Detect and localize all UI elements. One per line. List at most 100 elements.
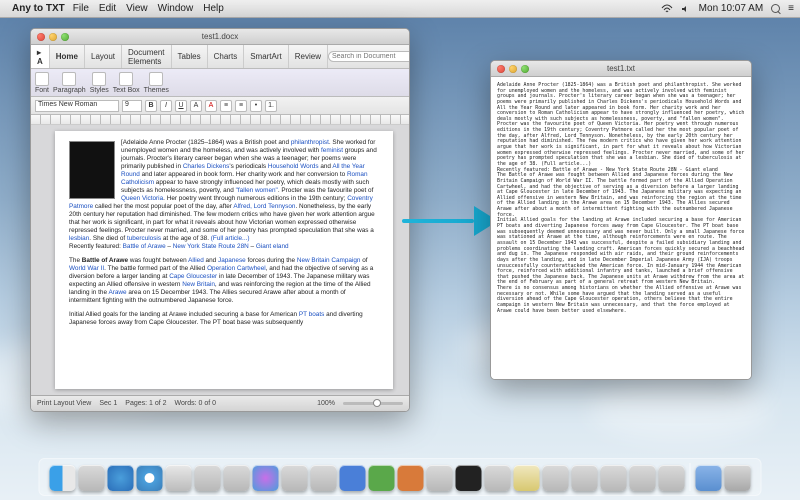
- link-queen-victoria[interactable]: Queen Victoria: [121, 195, 163, 202]
- dock-onenote[interactable]: [427, 465, 453, 491]
- dock-launchpad[interactable]: [79, 465, 105, 491]
- dock-terminal[interactable]: [456, 465, 482, 491]
- ribbon-themes-group[interactable]: Themes: [144, 72, 169, 94]
- link-allied[interactable]: Allied: [188, 257, 204, 264]
- tab-a-home[interactable]: ▸ A: [31, 45, 50, 68]
- link-full-article[interactable]: (Full article...): [211, 235, 250, 242]
- ribbon-textbox-button[interactable]: Text Box: [113, 72, 140, 94]
- dock-mail[interactable]: [166, 465, 192, 491]
- menu-window[interactable]: Window: [158, 3, 194, 14]
- document-page[interactable]: [Adelaide Anne Procter (1825–1864) was a…: [55, 131, 393, 389]
- word-titlebar[interactable]: test1.docx: [31, 29, 409, 45]
- zoom-slider[interactable]: [343, 402, 403, 405]
- minimize-button[interactable]: [509, 65, 517, 73]
- zoom-value[interactable]: 100%: [317, 400, 335, 407]
- link-new-britain[interactable]: New Britain: [182, 281, 215, 288]
- link-new-britain-campaign[interactable]: New Britain Campaign: [297, 257, 361, 264]
- dock-messages[interactable]: [311, 465, 337, 491]
- dock-word[interactable]: [340, 465, 366, 491]
- word-window[interactable]: test1.docx ▸ A Home Layout Document Elem…: [30, 28, 410, 412]
- txt-content[interactable]: Adelaide Anne Procter (1825-1864) was a …: [491, 77, 751, 379]
- tab-home[interactable]: Home: [50, 45, 85, 68]
- menu-help[interactable]: Help: [203, 3, 224, 14]
- dock-contacts[interactable]: [195, 465, 221, 491]
- dock-preview[interactable]: [543, 465, 569, 491]
- link-fallen-women[interactable]: "fallen women": [236, 187, 278, 194]
- dock-powerpoint[interactable]: [398, 465, 424, 491]
- dock-pages[interactable]: [514, 465, 540, 491]
- tab-smartart[interactable]: SmartArt: [244, 45, 289, 68]
- tab-tables[interactable]: Tables: [172, 45, 208, 68]
- dock-trash[interactable]: [725, 465, 751, 491]
- tab-layout[interactable]: Layout: [85, 45, 122, 68]
- tab-charts[interactable]: Charts: [208, 45, 245, 68]
- align-center-button[interactable]: ≡: [235, 100, 247, 112]
- dock-app-3[interactable]: [630, 465, 656, 491]
- link-giant-eland[interactable]: Giant eland: [256, 243, 289, 250]
- numbering-button[interactable]: 1.: [265, 100, 277, 112]
- search-input[interactable]: [328, 51, 409, 62]
- link-pt-boats[interactable]: PT boats: [299, 311, 324, 318]
- ribbon-styles-group[interactable]: Styles: [90, 72, 109, 94]
- spotlight-icon[interactable]: [771, 4, 780, 13]
- menu-edit[interactable]: Edit: [99, 3, 116, 14]
- close-button[interactable]: [497, 65, 505, 73]
- ruler[interactable]: [31, 115, 409, 125]
- dock-excel[interactable]: [369, 465, 395, 491]
- search-in-document[interactable]: [328, 51, 409, 62]
- link-household-words[interactable]: Household Words: [268, 163, 319, 170]
- zoom-button[interactable]: [61, 33, 69, 41]
- dock-app-4[interactable]: [659, 465, 685, 491]
- link-lesbian[interactable]: lesbian: [69, 235, 89, 242]
- dock-facetime[interactable]: [282, 465, 308, 491]
- link-tuberculosis[interactable]: tuberculosis: [127, 235, 161, 242]
- dock-finder[interactable]: [50, 465, 76, 491]
- align-left-button[interactable]: ≡: [220, 100, 232, 112]
- link-cape-gloucester[interactable]: Cape Gloucester: [169, 273, 217, 280]
- font-size-select[interactable]: 9: [122, 100, 142, 112]
- app-name[interactable]: Any to TXT: [12, 3, 65, 14]
- wifi-icon[interactable]: [661, 4, 673, 14]
- txt-window[interactable]: test1.txt Adelaide Anne Procter (1825-18…: [490, 60, 752, 380]
- ribbon-font-group[interactable]: Font: [35, 72, 49, 94]
- dock-textedit[interactable]: [485, 465, 511, 491]
- underline-button[interactable]: U: [175, 100, 187, 112]
- bold-button[interactable]: B: [145, 100, 157, 112]
- dock-appstore[interactable]: [108, 465, 134, 491]
- dock-itunes[interactable]: [253, 465, 279, 491]
- zoom-button[interactable]: [521, 65, 529, 73]
- link-wwii[interactable]: World War II: [69, 265, 104, 272]
- highlight-button[interactable]: A: [190, 100, 202, 112]
- dock-safari[interactable]: [137, 465, 163, 491]
- font-color-button[interactable]: A: [205, 100, 217, 112]
- clock[interactable]: Mon 10:07 AM: [699, 3, 763, 14]
- ribbon-paragraph-group[interactable]: Paragraph: [53, 72, 86, 94]
- bullets-button[interactable]: •: [250, 100, 262, 112]
- dock-app-1[interactable]: [572, 465, 598, 491]
- link-ny-28n[interactable]: New York State Route 28N: [173, 243, 249, 250]
- tab-doc-elements[interactable]: Document Elements: [122, 45, 171, 68]
- txt-titlebar[interactable]: test1.txt: [491, 61, 751, 77]
- menu-view[interactable]: View: [126, 3, 148, 14]
- link-dickens[interactable]: Charles Dickens: [183, 163, 230, 170]
- menu-file[interactable]: File: [73, 3, 89, 14]
- dock-calendar[interactable]: [224, 465, 250, 491]
- document-area[interactable]: [Adelaide Anne Procter (1825–1864) was a…: [31, 125, 409, 395]
- link-battle-arawe[interactable]: Battle of Arawe: [123, 243, 166, 250]
- link-japanese[interactable]: Japanese: [218, 257, 246, 264]
- minimize-button[interactable]: [49, 33, 57, 41]
- link-cartwheel[interactable]: Operation Cartwheel: [207, 265, 266, 272]
- status-view[interactable]: Print Layout View: [37, 400, 91, 407]
- link-tennyson[interactable]: Alfred, Lord Tennyson: [233, 203, 295, 210]
- link-feminist[interactable]: feminist: [321, 147, 343, 154]
- link-arawe[interactable]: Arawe: [108, 289, 126, 296]
- notification-center-icon[interactable]: ≡: [788, 3, 794, 14]
- tab-review[interactable]: Review: [289, 45, 328, 68]
- close-button[interactable]: [37, 33, 45, 41]
- italic-button[interactable]: I: [160, 100, 172, 112]
- volume-icon[interactable]: [681, 4, 691, 14]
- link-philanthropist[interactable]: philanthropist: [291, 139, 329, 146]
- dock-downloads[interactable]: [696, 465, 722, 491]
- font-name-select[interactable]: Times New Roman: [35, 100, 119, 112]
- dock-app-2[interactable]: [601, 465, 627, 491]
